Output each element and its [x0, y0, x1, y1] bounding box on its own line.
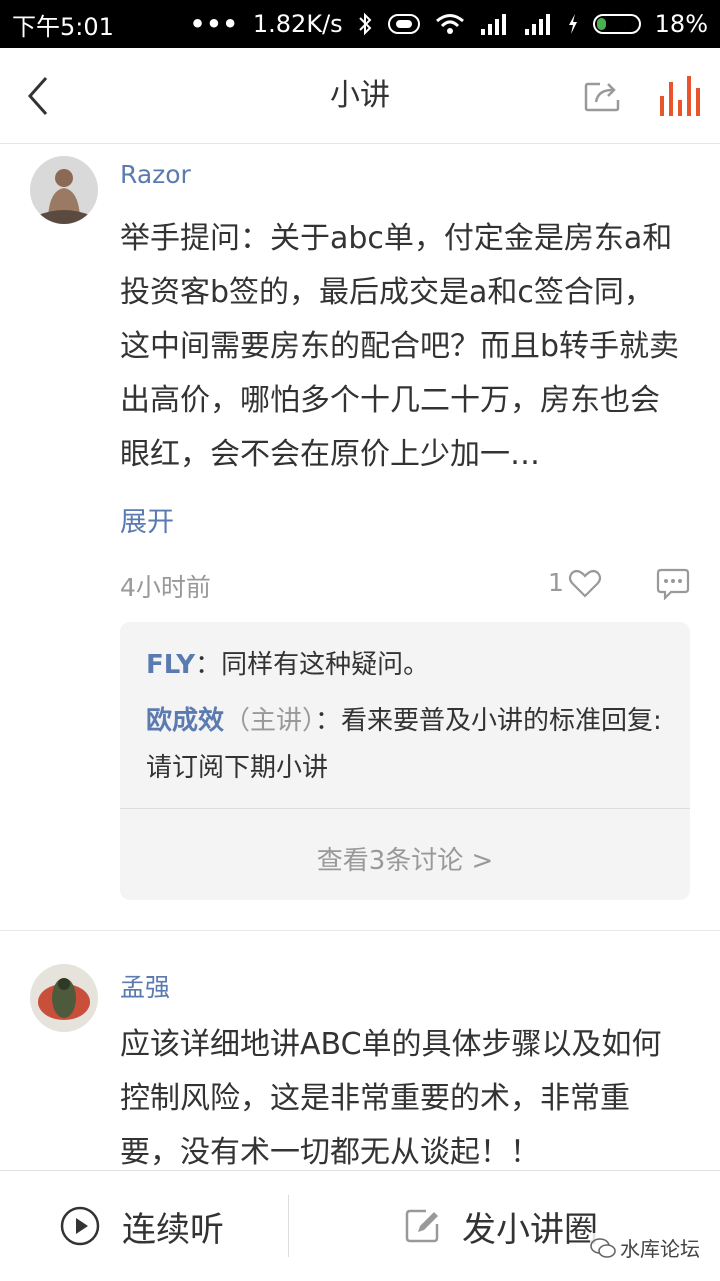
bluetooth-icon: [357, 12, 373, 36]
avatar[interactable]: [30, 964, 98, 1032]
bottom-divider: [288, 1195, 289, 1257]
post-circle-label: 发小讲圈: [462, 1209, 598, 1250]
post-author[interactable]: 孟强: [120, 968, 170, 1004]
watermark: 水库论坛: [590, 1233, 700, 1262]
reply-divider: [120, 808, 690, 809]
post-author[interactable]: Razor: [120, 160, 191, 189]
audio-bars-icon: [660, 76, 700, 116]
reply-item: 欧成效（主讲）：看来要普及小讲的标准回复: 请订阅下期小讲: [146, 706, 662, 783]
comment-icon: [656, 568, 690, 601]
vibrate-icon: [387, 13, 421, 35]
notification-dots-icon: •••: [189, 10, 239, 38]
like-button[interactable]: [568, 568, 602, 602]
watermark-text: 水库论坛: [620, 1237, 700, 1261]
battery-icon: [592, 14, 641, 34]
avatar[interactable]: [30, 156, 98, 224]
bottom-action-bar: 连续听 发小讲圈 水库论坛: [0, 1170, 720, 1280]
heart-icon: [568, 569, 602, 598]
charging-icon: [567, 13, 579, 35]
post-content: 应该详细地讲ABC单的具体步骤以及如何控制风险，这是非常重要的术，非常重要，没有…: [120, 1027, 662, 1170]
share-button[interactable]: [584, 78, 622, 112]
reply-item: FLY：同样有这种疑问。: [146, 650, 430, 680]
continuous-listen-button[interactable]: 连续听: [60, 1171, 224, 1281]
signal-icon: [479, 13, 509, 35]
nav-bar: 小讲: [0, 48, 720, 144]
wechat-icon: [590, 1237, 616, 1258]
like-count: 1: [548, 568, 564, 597]
play-circle-icon: [60, 1206, 100, 1246]
battery-percent: 18%: [654, 10, 708, 38]
share-icon: [584, 82, 620, 112]
network-speed: 1.82K/s: [252, 10, 343, 38]
comment-button[interactable]: [656, 568, 690, 604]
reply-author[interactable]: FLY: [146, 650, 195, 680]
post-separator: [0, 930, 720, 931]
post-circle-button[interactable]: 发小讲圈: [404, 1171, 598, 1281]
continuous-listen-label: 连续听: [122, 1209, 224, 1250]
reply-author[interactable]: 欧成效: [146, 706, 224, 736]
status-time: 下午5:01: [12, 12, 114, 41]
post-content: 举手提问：关于abc单，付定金是房东a和投资客b签的，最后成交是a和c签合同，这…: [120, 221, 680, 472]
post-item: 孟强 应该详细地讲ABC单的具体步骤以及如何控制风险，这是非常重要的术，非常重要…: [0, 950, 720, 1170]
status-bar: 下午5:01 ••• 1.82K/s 18%: [0, 0, 720, 48]
post-item: Razor 举手提问：关于abc单，付定金是房东a和投资客b签的，最后成交是a和…: [0, 144, 720, 930]
reply-role: （主讲）: [224, 706, 316, 736]
post-time: 4小时前: [120, 573, 211, 602]
audio-player-button[interactable]: [658, 74, 702, 118]
edit-icon: [405, 1209, 439, 1243]
view-discussion-link[interactable]: 查看3条讨论 >: [120, 840, 690, 877]
reply-text: 同样有这种疑问。: [221, 650, 430, 680]
expand-link[interactable]: 展开: [120, 500, 174, 539]
wifi-icon: [435, 13, 465, 35]
reply-box: FLY：同样有这种疑问。 欧成效（主讲）：看来要普及小讲的标准回复: 请订阅下期…: [120, 622, 690, 900]
signal-icon-2: [523, 13, 553, 35]
